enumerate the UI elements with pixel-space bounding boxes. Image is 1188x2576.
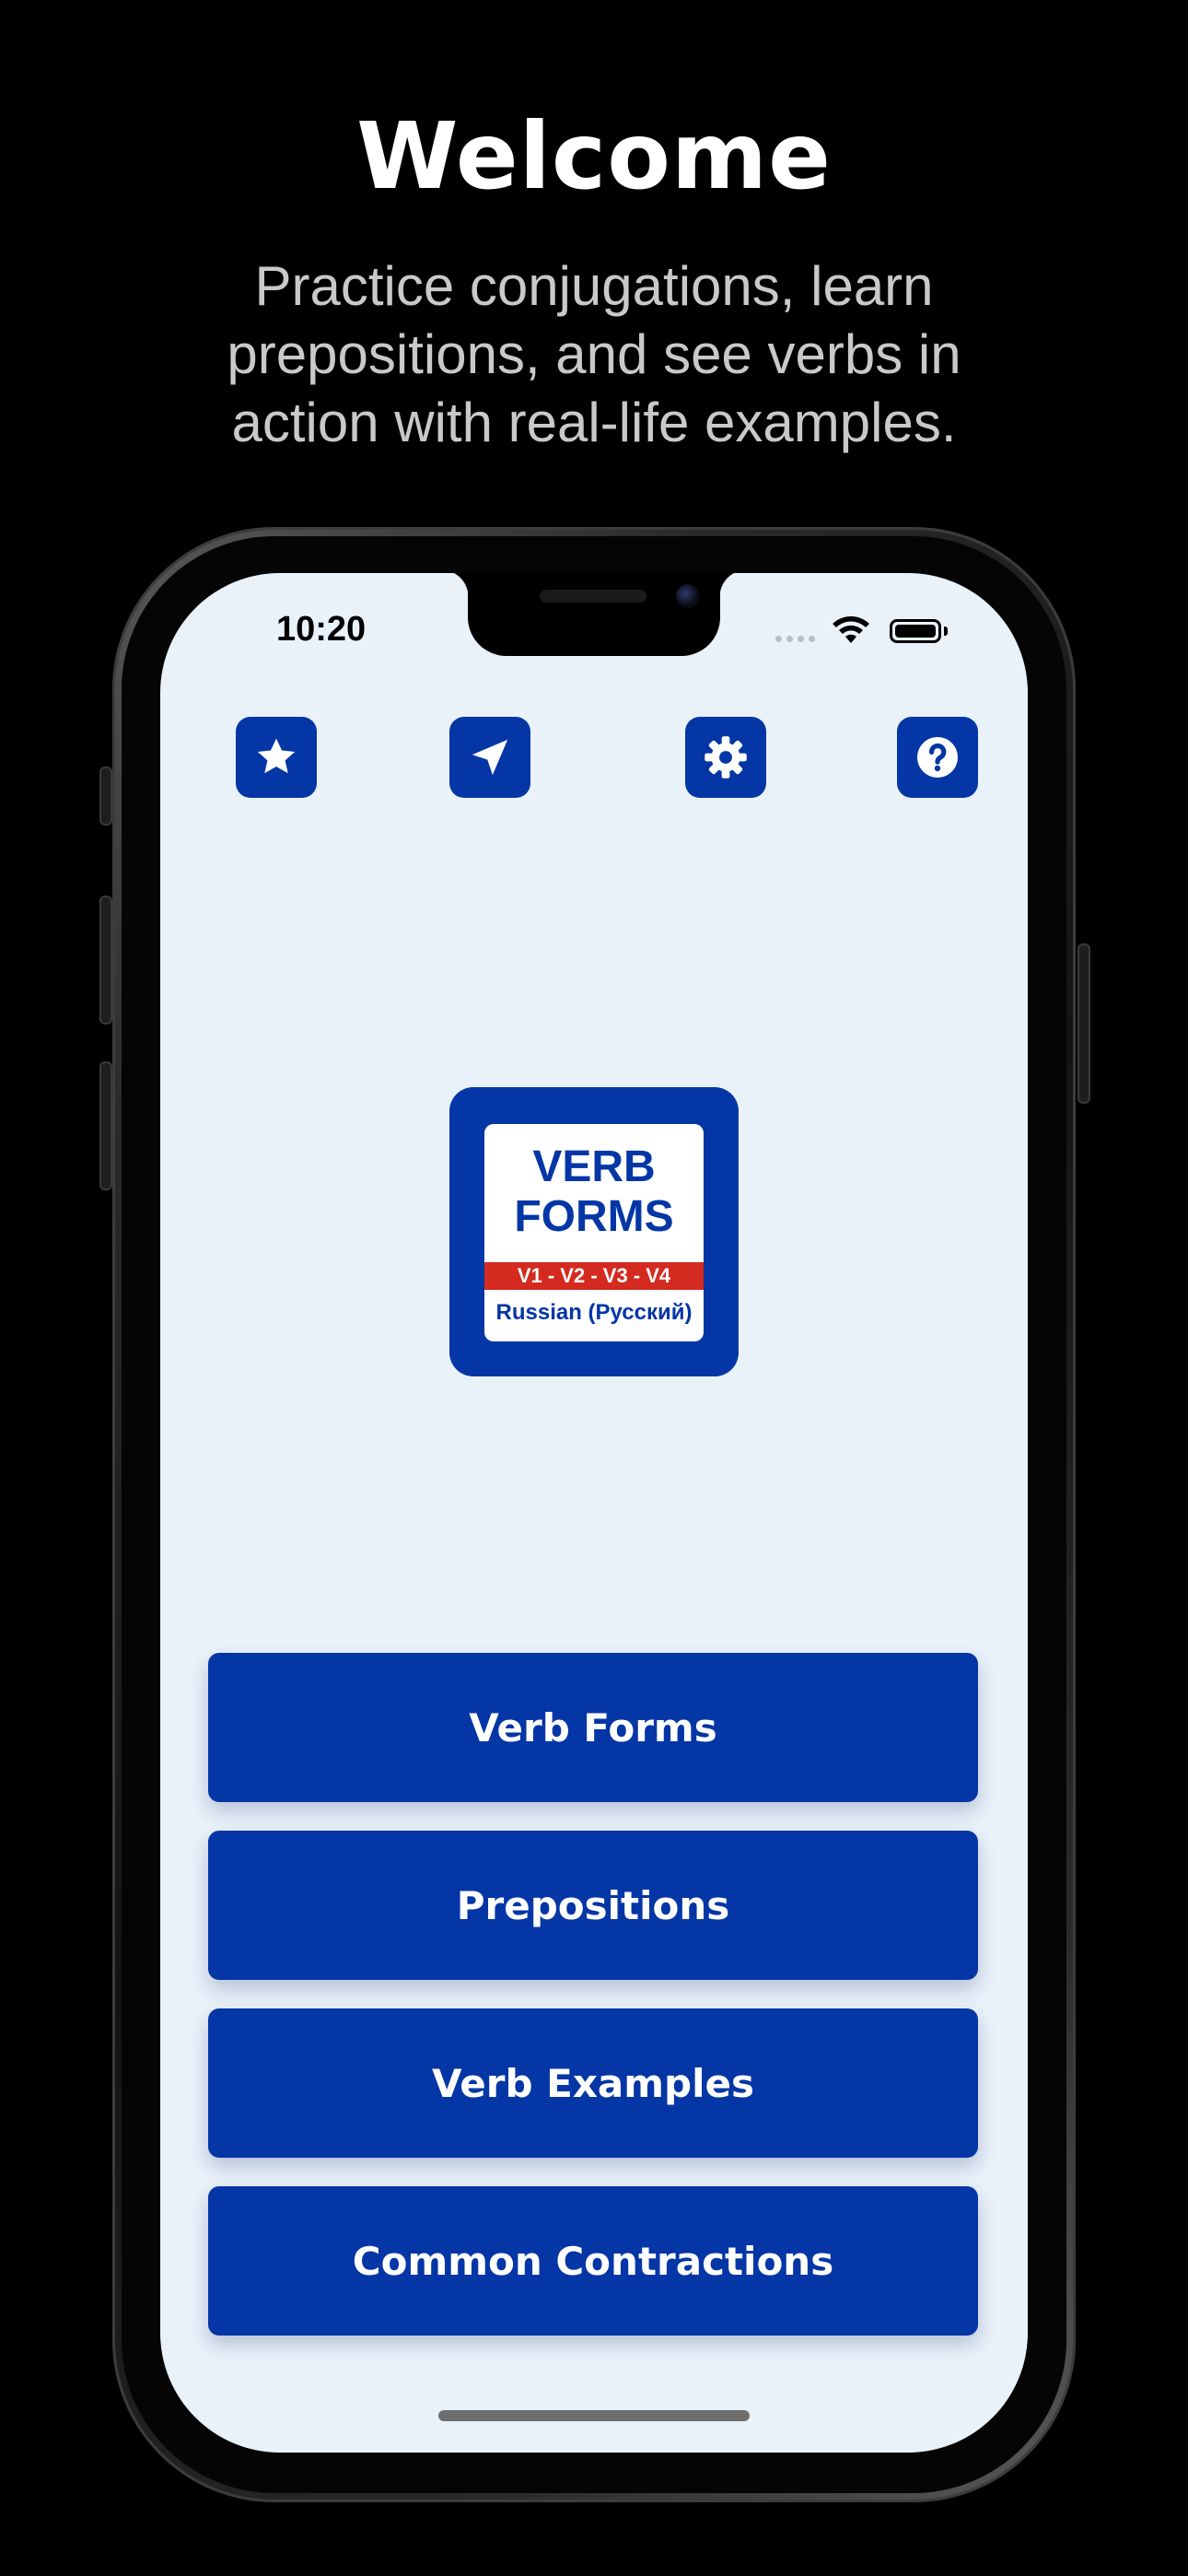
earpiece-speaker — [540, 590, 646, 603]
gear-icon — [705, 736, 747, 779]
verb-examples-button[interactable]: Verb Examples — [208, 2008, 978, 2158]
star-icon — [257, 738, 296, 774]
common-contractions-button[interactable]: Common Contractions — [208, 2186, 978, 2336]
logo-title-line2: FORMS — [514, 1192, 674, 1241]
mute-switch — [99, 767, 112, 825]
home-indicator[interactable] — [438, 2410, 750, 2421]
navigate-button[interactable] — [449, 717, 530, 798]
question-icon — [917, 737, 958, 778]
front-camera — [676, 584, 700, 608]
battery-icon — [890, 619, 941, 643]
verb-forms-button[interactable]: Verb Forms — [208, 1653, 978, 1802]
settings-button[interactable] — [685, 717, 766, 798]
logo-card: VERB FORMS V1 - V2 - V3 - V4 Russian (Ру… — [484, 1124, 704, 1341]
favorites-button[interactable] — [236, 717, 317, 798]
location-arrow-icon — [472, 739, 508, 776]
battery-tip — [944, 626, 948, 636]
promo-subtitle: Practice conjugations, learn preposition… — [227, 255, 961, 453]
volume-up-button — [99, 896, 112, 1025]
status-time: 10:20 — [276, 610, 367, 649]
volume-down-button — [99, 1061, 112, 1190]
promo-title: Welcome — [356, 102, 832, 210]
app-screen: 10:20 VERB FORMS V1 - V2 - V3 - V4 Russi… — [160, 573, 1028, 2453]
app-logo: VERB FORMS V1 - V2 - V3 - V4 Russian (Ру… — [449, 1087, 739, 1376]
signal-dots — [775, 636, 815, 642]
battery-level — [895, 625, 936, 638]
power-button — [1077, 943, 1090, 1104]
wifi-icon — [833, 616, 869, 643]
prepositions-button[interactable]: Prepositions — [208, 1831, 978, 1980]
logo-language: Russian (Русский) — [495, 1300, 693, 1325]
logo-title-line1: VERB — [532, 1142, 656, 1191]
logo-title: VERB FORMS — [484, 1142, 704, 1242]
help-button[interactable] — [897, 717, 978, 798]
logo-band: V1 - V2 - V3 - V4 — [484, 1262, 704, 1290]
